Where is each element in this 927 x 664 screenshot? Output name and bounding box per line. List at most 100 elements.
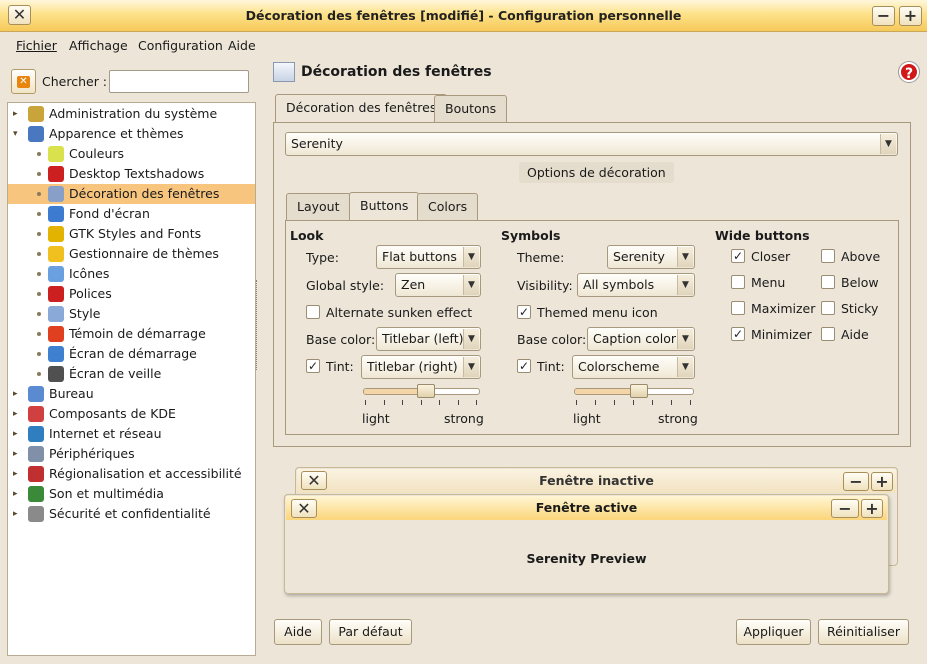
- symbols-tint-select[interactable]: Colorscheme ▼: [572, 355, 695, 379]
- menu-aide[interactable]: Aide: [228, 38, 256, 53]
- tree-item-label: Fond d'écran: [69, 206, 150, 221]
- symbols-tint-checkbox[interactable]: ✓: [517, 359, 531, 373]
- close-icon: ✕: [12, 5, 27, 24]
- defaults-button[interactable]: Par défaut: [329, 619, 412, 645]
- tree-item[interactable]: GTK Styles and Fonts: [8, 224, 255, 244]
- tree-item[interactable]: ▸ Son et multimédia: [8, 484, 255, 504]
- window-titlebar: ✕ Décoration des fenêtres [modifié] - Co…: [0, 0, 927, 32]
- alternate-sunken-checkbox[interactable]: [306, 305, 320, 319]
- themed-menu-checkbox[interactable]: ✓: [517, 305, 531, 319]
- apply-button[interactable]: Appliquer: [736, 619, 811, 645]
- expand-right-icon[interactable]: ▸: [13, 469, 23, 479]
- symbols-base-color-select[interactable]: Caption color ▼: [587, 327, 695, 351]
- tree-item[interactable]: ▸ Internet et réseau: [8, 424, 255, 444]
- tree-item[interactable]: Écran de démarrage: [8, 344, 255, 364]
- tree-item-label: Style: [69, 306, 101, 321]
- tree-item-label: Composants de KDE: [49, 406, 176, 421]
- menu-configuration[interactable]: Configuration: [138, 38, 223, 53]
- desktop-icon: [28, 386, 44, 402]
- visibility-select[interactable]: All symbols ▼: [577, 273, 695, 297]
- slider-handle[interactable]: [630, 384, 648, 398]
- tree-item-label: Couleurs: [69, 146, 125, 161]
- subtab-buttons[interactable]: Buttons: [349, 192, 420, 221]
- chevron-down-icon: ▼: [677, 357, 693, 377]
- themed-menu-label: Themed menu icon: [537, 305, 658, 320]
- close-window-button[interactable]: ✕: [8, 5, 31, 25]
- maximize-window-button[interactable]: +: [899, 6, 922, 26]
- wide-button-checkbox[interactable]: ✓: [731, 327, 745, 341]
- tab-boutons[interactable]: Boutons: [434, 95, 508, 122]
- theme-select[interactable]: Serenity ▼: [607, 245, 695, 269]
- symbols-base-color-value: Caption color: [593, 331, 677, 346]
- wide-button-checkbox[interactable]: [821, 275, 835, 289]
- tree-item[interactable]: ▸ Périphériques: [8, 444, 255, 464]
- expand-right-icon[interactable]: ▸: [13, 409, 23, 419]
- tree-item[interactable]: ▸ Bureau: [8, 384, 255, 404]
- chevron-down-icon: ▼: [463, 357, 479, 377]
- subtab-layout[interactable]: Layout: [286, 193, 351, 220]
- gtk-icon: [48, 226, 64, 242]
- expand-right-icon[interactable]: ▸: [13, 389, 23, 399]
- tree-item-label: Desktop Textshadows: [69, 166, 205, 181]
- tree-item[interactable]: Gestionnaire de thèmes: [8, 244, 255, 264]
- search-input[interactable]: [109, 70, 249, 93]
- wide-button-checkbox[interactable]: [821, 249, 835, 263]
- type-select-value: Flat buttons: [382, 249, 457, 264]
- slider-handle[interactable]: [417, 384, 435, 398]
- wide-button-label: Menu: [751, 275, 786, 290]
- menu-fichier[interactable]: Fichier: [16, 38, 57, 53]
- look-tint-slider[interactable]: [363, 384, 480, 398]
- reset-button[interactable]: Réinitialiser: [818, 619, 909, 645]
- minimize-window-button[interactable]: −: [872, 6, 895, 26]
- active-window-preview: Fenêtre active ✕ − + Serenity Preview: [284, 494, 889, 594]
- symbols-base-color-label: Base color:: [517, 332, 587, 347]
- wide-button-label: Maximizer: [751, 301, 816, 316]
- symbols-tint-slider[interactable]: [574, 384, 694, 398]
- wide-button-checkbox[interactable]: [731, 301, 745, 315]
- look-tint-select[interactable]: Titlebar (right) ▼: [361, 355, 481, 379]
- tree-item[interactable]: Écran de veille: [8, 364, 255, 384]
- global-style-select[interactable]: Zen ▼: [395, 273, 481, 297]
- expand-right-icon[interactable]: ▸: [13, 449, 23, 459]
- tree-bullet: [37, 312, 41, 316]
- tree-item[interactable]: Polices: [8, 284, 255, 304]
- tree-item[interactable]: ▾ Apparence et thèmes: [8, 124, 255, 144]
- subtab-colors[interactable]: Colors: [417, 193, 479, 220]
- expand-right-icon[interactable]: ▸: [13, 489, 23, 499]
- tree-item[interactable]: ▸ Administration du système: [8, 104, 255, 124]
- tree-item[interactable]: Fond d'écran: [8, 204, 255, 224]
- active-window-titlebar: Fenêtre active: [286, 496, 887, 520]
- wide-button-checkbox[interactable]: [821, 327, 835, 341]
- tree-item[interactable]: Icônes: [8, 264, 255, 284]
- maximize-icon: +: [875, 471, 889, 491]
- wide-button-label: Minimizer: [751, 327, 812, 342]
- clear-search-button[interactable]: ✕: [11, 69, 36, 94]
- tree-item[interactable]: ▸ Sécurité et confidentialité: [8, 504, 255, 524]
- help-button[interactable]: Aide: [274, 619, 322, 645]
- tree-item[interactable]: Couleurs: [8, 144, 255, 164]
- expand-right-icon[interactable]: ▸: [13, 109, 23, 119]
- expand-right-icon[interactable]: ▸: [13, 429, 23, 439]
- expand-right-icon[interactable]: ▸: [13, 509, 23, 519]
- tab-decoration[interactable]: Décoration des fenêtres: [275, 94, 448, 123]
- tree-item[interactable]: Décoration des fenêtres: [8, 184, 255, 204]
- help-icon[interactable]: ?: [899, 62, 919, 82]
- look-tint-checkbox[interactable]: ✓: [306, 359, 320, 373]
- wide-button-checkbox[interactable]: [821, 301, 835, 315]
- inactive-window-titlebar: Fenêtre inactive: [297, 469, 896, 493]
- tree-item[interactable]: Desktop Textshadows: [8, 164, 255, 184]
- wide-button-checkbox[interactable]: ✓: [731, 249, 745, 263]
- type-select[interactable]: Flat buttons ▼: [376, 245, 481, 269]
- colors-icon: [48, 146, 64, 162]
- slider-tick: [384, 400, 385, 405]
- menu-affichage[interactable]: Affichage: [69, 38, 128, 53]
- splitter-handle[interactable]: [256, 280, 260, 370]
- tree-item[interactable]: ▸ Composants de KDE: [8, 404, 255, 424]
- expand-down-icon[interactable]: ▾: [13, 129, 23, 139]
- wide-button-checkbox[interactable]: [731, 275, 745, 289]
- tree-item[interactable]: Style: [8, 304, 255, 324]
- look-base-color-select[interactable]: Titlebar (left) ▼: [376, 327, 481, 351]
- tree-item[interactable]: Témoin de démarrage: [8, 324, 255, 344]
- decoration-select[interactable]: Serenity ▼: [285, 132, 898, 156]
- tree-item[interactable]: ▸ Régionalisation et accessibilité: [8, 464, 255, 484]
